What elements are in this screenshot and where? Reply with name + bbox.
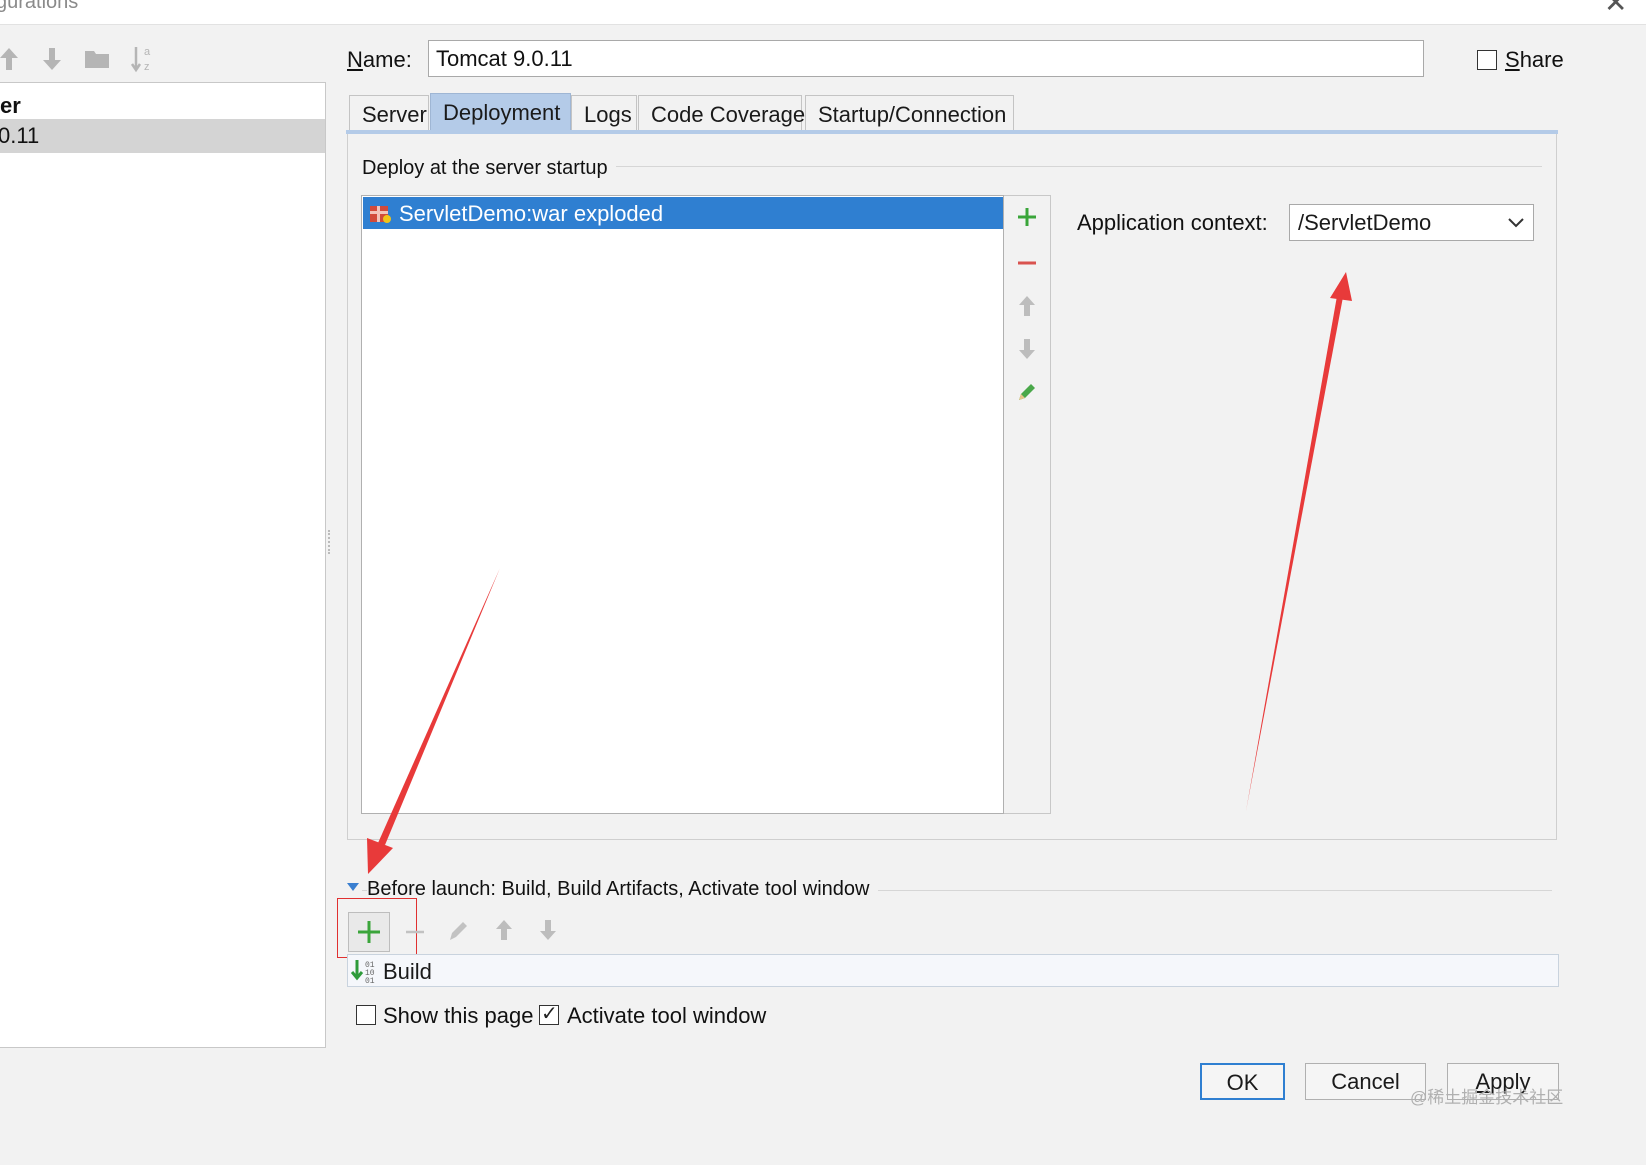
share-label[interactable]: Share bbox=[1505, 47, 1564, 73]
collapse-triangle-icon[interactable] bbox=[347, 883, 359, 891]
watermark: @稀土掘金技术社区 bbox=[1410, 1088, 1564, 1107]
splitter-handle[interactable] bbox=[328, 530, 334, 554]
list-item[interactable]: ServletDemo:war exploded bbox=[363, 197, 1003, 229]
app-context-select[interactable]: /ServletDemo bbox=[1289, 204, 1534, 241]
activate-tool-window-label[interactable]: Activate tool window bbox=[567, 1003, 766, 1029]
deployment-toolbar bbox=[1004, 195, 1051, 814]
configuration-tree: er 0.11 bbox=[0, 82, 326, 1048]
move-down-icon[interactable] bbox=[1004, 337, 1050, 366]
close-icon[interactable]: ✕ bbox=[1604, 0, 1627, 19]
deployment-list[interactable]: ServletDemo:war exploded bbox=[361, 195, 1004, 814]
before-launch-title[interactable]: Before launch: Build, Build Artifacts, A… bbox=[367, 878, 878, 901]
tab-code-coverage[interactable]: Code Coverage bbox=[638, 95, 806, 131]
move-up-icon[interactable] bbox=[0, 46, 20, 79]
svg-text:01: 01 bbox=[365, 977, 375, 984]
tab-server[interactable]: Server bbox=[349, 95, 429, 131]
share-checkbox[interactable] bbox=[1477, 50, 1497, 70]
edit-task-icon[interactable] bbox=[440, 918, 478, 948]
activate-tool-window-checkbox[interactable] bbox=[539, 1001, 559, 1026]
chevron-down-icon bbox=[1507, 209, 1525, 235]
app-context-label: Application context: bbox=[1077, 210, 1268, 235]
move-up-icon[interactable] bbox=[1004, 294, 1050, 323]
title-bar: gurations ✕ bbox=[0, 0, 1646, 25]
add-icon[interactable] bbox=[1004, 206, 1050, 233]
tree-item-selected[interactable]: 0.11 bbox=[0, 119, 325, 153]
app-context-value: /ServletDemo bbox=[1298, 210, 1432, 235]
tab-server-label: Server bbox=[362, 102, 427, 127]
tree-group-label[interactable]: er bbox=[0, 93, 21, 119]
remove-icon[interactable] bbox=[1004, 252, 1050, 279]
tree-item-label: 0.11 bbox=[0, 123, 40, 148]
move-down-icon[interactable] bbox=[41, 46, 63, 79]
tab-deployment-label: Deployment bbox=[443, 100, 561, 125]
annotation-arrow-left-head bbox=[367, 838, 393, 874]
name-label-rest: ame: bbox=[362, 47, 412, 72]
list-item[interactable]: 01 10 01 Build bbox=[347, 954, 1559, 987]
sort-alpha-icon[interactable]: az bbox=[130, 44, 156, 81]
svg-text:a: a bbox=[144, 46, 151, 58]
build-item-label: Build bbox=[383, 959, 432, 984]
deploy-group-title: Deploy at the server startup bbox=[362, 157, 616, 180]
folder-icon[interactable] bbox=[84, 46, 110, 77]
tab-code-coverage-label: Code Coverage bbox=[651, 102, 806, 127]
svg-text:z: z bbox=[144, 61, 150, 73]
show-page-checkbox[interactable] bbox=[356, 1005, 376, 1025]
move-task-down-icon[interactable] bbox=[529, 918, 567, 948]
cancel-button[interactable]: Cancel bbox=[1305, 1063, 1426, 1100]
tab-deployment[interactable]: Deployment bbox=[430, 93, 571, 131]
artifact-icon bbox=[369, 202, 393, 229]
name-field[interactable] bbox=[428, 40, 1424, 77]
remove-task-icon[interactable] bbox=[396, 918, 434, 948]
move-task-up-icon[interactable] bbox=[485, 918, 523, 948]
tab-startup-connection[interactable]: Startup/Connection bbox=[805, 95, 1014, 131]
deployment-item-label: ServletDemo:war exploded bbox=[399, 201, 664, 226]
build-icon: 01 10 01 bbox=[350, 958, 379, 989]
show-page-label[interactable]: Show this page bbox=[383, 1003, 533, 1029]
ok-button[interactable]: OK bbox=[1200, 1063, 1285, 1100]
name-label: Name: bbox=[347, 47, 412, 72]
window-title: gurations bbox=[0, 0, 79, 13]
tab-logs[interactable]: Logs bbox=[571, 95, 637, 131]
edit-icon[interactable] bbox=[1004, 381, 1050, 408]
tab-logs-label: Logs bbox=[584, 102, 632, 127]
tab-startup-connection-label: Startup/Connection bbox=[818, 102, 1007, 127]
